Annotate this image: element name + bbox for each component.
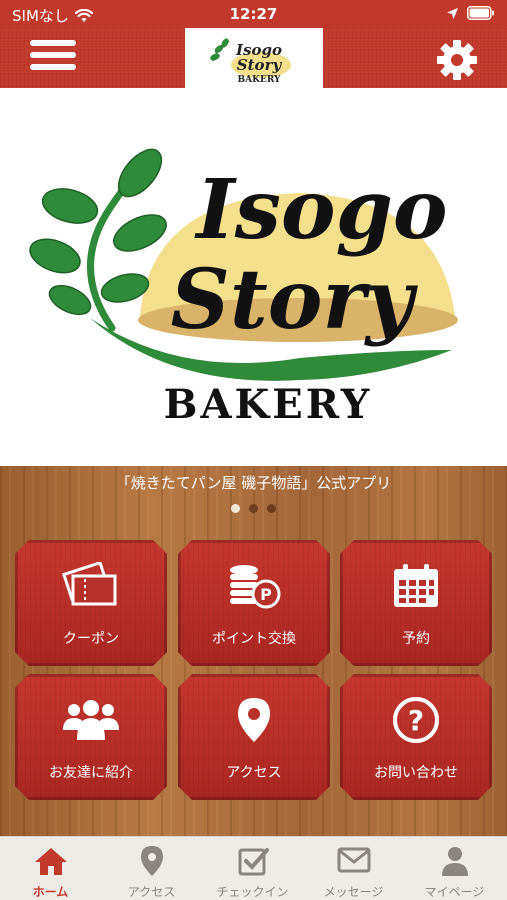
tab-label: ホーム xyxy=(32,885,69,899)
mail-icon xyxy=(337,847,370,873)
hero-logo-line2: Story xyxy=(171,252,419,348)
tab-mypage[interactable]: マイページ xyxy=(404,837,505,900)
tile-access[interactable]: アクセス xyxy=(178,674,330,800)
tab-messages[interactable]: メッセージ xyxy=(303,837,404,900)
hero-logo-line1: Isogo xyxy=(194,162,447,258)
header-logo[interactable]: Isogo Story BAKERY xyxy=(185,28,323,88)
settings-gear-icon[interactable] xyxy=(435,38,479,82)
people-icon xyxy=(63,700,119,740)
tile-label: お友達に紹介 xyxy=(49,765,133,781)
app-header: Isogo Story BAKERY xyxy=(0,28,507,88)
tile-label: クーポン xyxy=(63,631,119,647)
svg-text:?: ? xyxy=(408,704,424,737)
carousel-pagination xyxy=(0,504,507,513)
tile-label: アクセス xyxy=(226,765,282,781)
tab-label: チェックイン xyxy=(216,885,289,899)
tab-checkin[interactable]: チェックイン xyxy=(202,837,303,900)
clock: 12:27 xyxy=(229,5,278,23)
tile-points[interactable]: P ポイント交換 xyxy=(178,540,330,666)
map-pin-icon xyxy=(238,698,270,742)
pagination-dot[interactable] xyxy=(249,504,258,513)
banner-tagline: 「焼きたてパン屋 磯子物語」公式アプリ xyxy=(115,474,392,492)
hero-logo-banner[interactable]: Isogo Story BAKERY xyxy=(0,88,507,466)
tile-label: ポイント交換 xyxy=(212,631,296,647)
ticket-icon xyxy=(62,562,117,606)
hero-logo-line3: BAKERY xyxy=(164,381,373,428)
pagination-dot[interactable] xyxy=(267,504,276,513)
tile-coupon[interactable]: クーポン xyxy=(15,540,167,666)
status-bar: SIMなし 12:27 xyxy=(0,0,507,28)
tab-label: マイページ xyxy=(424,885,485,899)
tile-contact[interactable]: ? お問い合わせ xyxy=(340,674,492,800)
coins-icon: P xyxy=(230,565,281,609)
calendar-icon xyxy=(394,564,438,607)
header-logo-line2: Story xyxy=(237,56,283,74)
tile-reservation[interactable]: 予約 xyxy=(340,540,492,666)
map-pin-icon xyxy=(140,846,163,876)
menu-area: 「焼きたてパン屋 磯子物語」公式アプリ クーポン P ポイント交換 予約 お友達… xyxy=(0,466,507,836)
tab-access[interactable]: アクセス xyxy=(101,837,202,900)
tile-label: 予約 xyxy=(402,631,430,647)
tab-label: アクセス xyxy=(127,885,176,899)
tab-home[interactable]: ホーム xyxy=(0,837,101,900)
status-right xyxy=(446,6,495,20)
checkin-icon xyxy=(238,848,269,876)
question-icon: ? xyxy=(393,697,439,743)
location-arrow-icon xyxy=(447,7,458,19)
pagination-dot[interactable] xyxy=(231,504,240,513)
home-icon xyxy=(34,848,67,875)
bakery-logo-large: Isogo Story BAKERY xyxy=(29,148,458,428)
tab-label: メッセージ xyxy=(323,885,384,899)
bakery-logo-small: Isogo Story BAKERY xyxy=(210,38,291,85)
tile-label: お問い合わせ xyxy=(374,765,458,781)
hamburger-menu-icon[interactable] xyxy=(30,40,76,76)
battery-icon xyxy=(467,6,494,20)
user-icon xyxy=(441,847,468,876)
svg-text:P: P xyxy=(260,585,272,604)
header-logo-line3: BAKERY xyxy=(238,75,281,85)
tile-invite-friends[interactable]: お友達に紹介 xyxy=(15,674,167,800)
bottom-tab-bar: ホーム アクセス チェックイン メッセージ マイページ xyxy=(0,836,507,900)
